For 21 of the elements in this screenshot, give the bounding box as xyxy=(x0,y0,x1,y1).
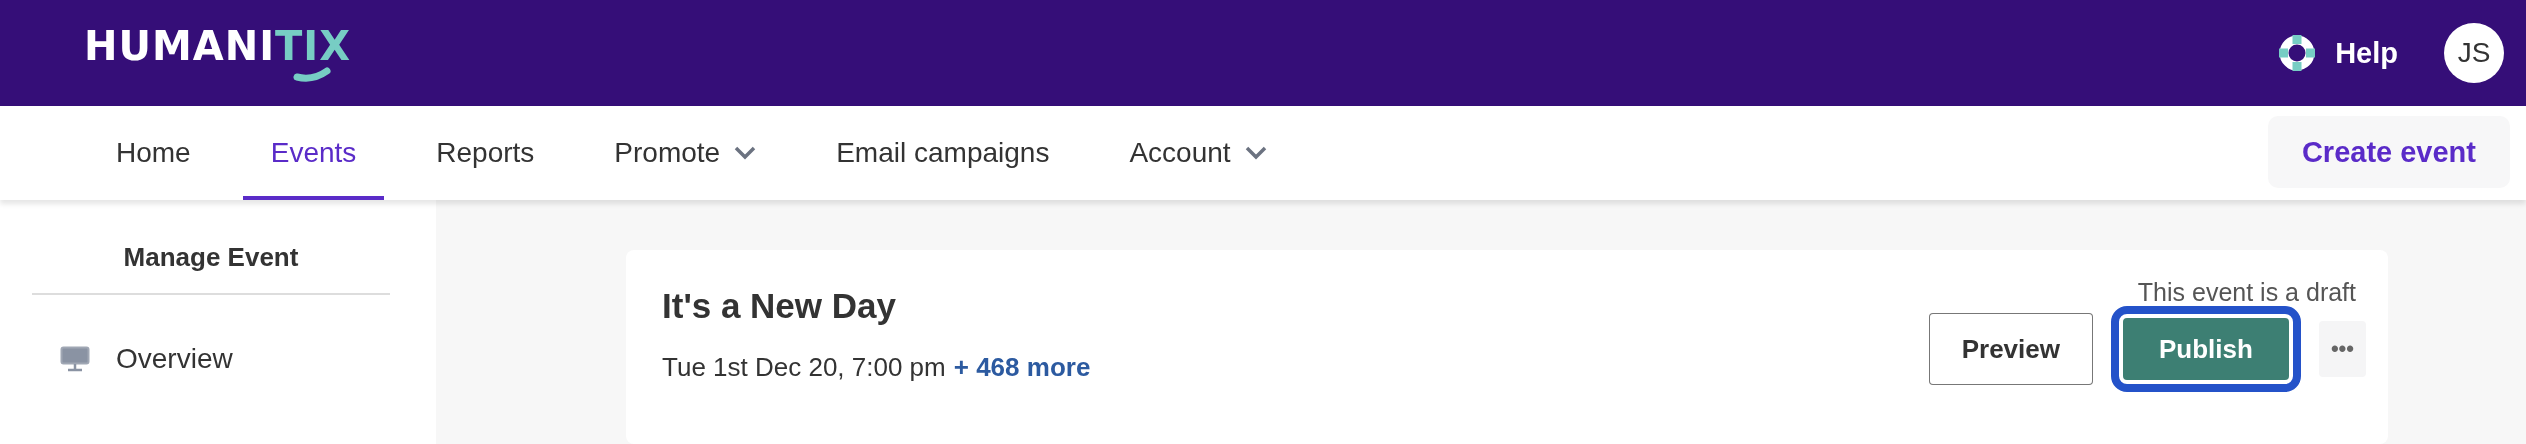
event-title: It's a New Day xyxy=(662,286,897,326)
more-dates-link[interactable]: + 468 more xyxy=(953,352,1091,382)
nav-tab[interactable]: Reports xyxy=(408,106,563,200)
nav-tab[interactable]: Account xyxy=(1101,106,1295,200)
create-event-button[interactable]: Create event xyxy=(2267,116,2510,188)
nav-tab[interactable]: Promote xyxy=(586,106,785,200)
more-button[interactable]: ••• xyxy=(2318,321,2366,377)
event-date: Tue 1st Dec 20, 7:00 pm + 468 more xyxy=(662,352,1091,383)
draft-status: This event is a draft xyxy=(2137,278,2356,307)
chevron-down-icon xyxy=(734,146,757,160)
chevron-down-icon xyxy=(1244,146,1267,160)
sidebar-title: Manage Event xyxy=(32,230,390,295)
help-link[interactable]: Help xyxy=(2277,33,2398,73)
preview-button[interactable]: Preview xyxy=(1928,313,2093,385)
avatar[interactable]: JS xyxy=(2444,23,2504,83)
nav-tab[interactable]: Home xyxy=(88,106,219,200)
logo: HUMANITIX xyxy=(84,23,352,83)
lifebuoy-icon xyxy=(2277,33,2318,73)
sidebar-item[interactable]: Overview xyxy=(32,295,390,375)
monitor-icon xyxy=(60,346,90,372)
nav-tab[interactable]: Email campaigns xyxy=(808,106,1078,200)
